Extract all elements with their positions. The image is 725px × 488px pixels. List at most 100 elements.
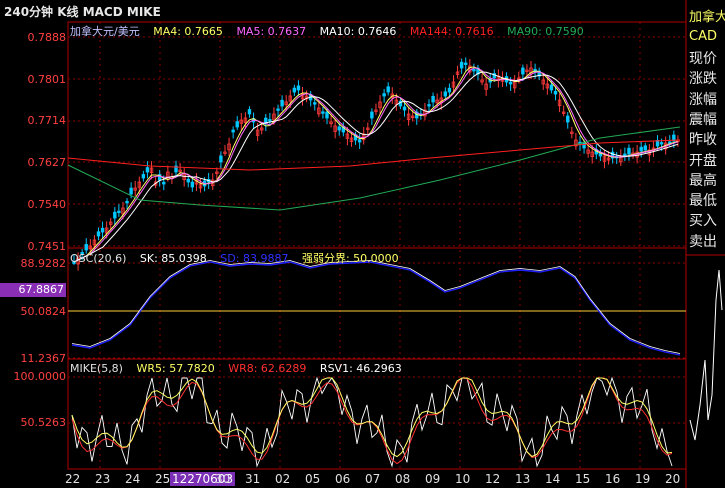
ma90-label: MA90: 0.7590 <box>507 25 584 38</box>
price-tick-5: 0.7540 <box>27 198 67 211</box>
candle-body <box>141 174 146 179</box>
x-tick-label: 19 <box>635 472 651 486</box>
price-tick-6: 0.7451 <box>27 240 67 253</box>
candle-body <box>623 153 627 156</box>
x-tick-label: 24 <box>125 472 141 486</box>
price-tick-1: 0.7888 <box>27 31 67 44</box>
candle-body <box>553 90 558 95</box>
x-tick-label: 31 <box>245 472 261 486</box>
x-tick-label: 08 <box>395 472 411 486</box>
ma144-label: MA144: 0.7616 <box>409 25 494 38</box>
side-field-5: 昨收 <box>689 132 717 149</box>
candle-body <box>370 111 374 119</box>
price-tick-2: 0.7801 <box>27 73 67 86</box>
candle-body <box>402 106 407 111</box>
x-tick-label: 30 <box>215 472 231 486</box>
mike-panel-frame <box>67 358 687 470</box>
candle-body <box>186 178 190 183</box>
candle-body <box>296 85 301 91</box>
side-field-2: 涨跌 <box>689 71 717 88</box>
side-field-7: 最高 <box>689 172 717 189</box>
x-tick-label: 12 <box>485 472 501 486</box>
candle-body <box>582 142 586 149</box>
osc-name: OSC(20,6) <box>70 252 127 265</box>
quote-side-panel: 加拿大 CAD 现价涨跌涨幅震幅昨收开盘最高最低买入卖出 <box>686 0 725 488</box>
candle-body <box>190 181 195 188</box>
candle-body <box>464 62 468 65</box>
side-field-6: 开盘 <box>689 152 717 169</box>
candle-body <box>549 84 554 91</box>
side-field-8: 最低 <box>689 193 717 210</box>
side-field-1: 现价 <box>689 51 717 67</box>
side-code: CAD <box>689 29 717 44</box>
candle-body <box>276 108 280 111</box>
mike-legend: MIKE(5,8) WR5: 57.7820 WR8: 62.6289 RSV1… <box>70 362 412 375</box>
x-tick-label: 15 <box>575 472 591 486</box>
main-legend: 加拿大元/美元 MA4: 0.7665 MA5: 0.7637 MA10: 0.… <box>70 23 594 39</box>
candle-body <box>337 126 341 131</box>
candle-body <box>129 187 133 195</box>
x-tick-label: 06 <box>335 472 351 486</box>
x-tick-label: 25 <box>155 472 171 486</box>
candle-body <box>639 146 643 152</box>
x-tick-label: 05 <box>305 472 321 486</box>
candle-body <box>321 111 325 114</box>
candle-body <box>219 155 223 163</box>
candle-body <box>521 67 525 75</box>
osc-current-value: 67.8867 <box>0 283 66 297</box>
candle-body <box>117 210 121 214</box>
x-tick-label: 09 <box>425 472 441 486</box>
symbol-label: 加拿大元/美元 <box>70 25 140 38</box>
candle-body <box>643 145 647 151</box>
ma5-label: MA5: 0.7637 <box>236 25 307 38</box>
mike-tick-2: 50.5263 <box>20 416 67 429</box>
side-field-4: 震幅 <box>689 111 717 128</box>
mike-tick-1: 100.0000 <box>13 370 67 383</box>
candle-body <box>247 109 252 115</box>
osc-tick-2: 50.0824 <box>20 305 67 318</box>
x-tick-label: 23 <box>95 472 111 486</box>
candle-body <box>113 211 117 219</box>
main-panel-frame <box>67 21 687 249</box>
chart-window: 240分钟 K线 MACD MIKE 0.7888 0.7801 0.7714 … <box>0 0 725 488</box>
ma4-line <box>73 66 679 263</box>
ma10-label: MA10: 0.7646 <box>319 25 397 38</box>
x-tick-label: 10 <box>455 472 471 486</box>
candle-body <box>231 129 235 133</box>
x-tick-label: 13 <box>515 472 531 486</box>
sk-line <box>71 260 681 354</box>
sk-label: SK: 85.0398 <box>139 252 207 265</box>
candle-body <box>357 139 362 143</box>
candle-body <box>386 86 390 93</box>
wr8-line <box>71 377 673 465</box>
chart-canvas[interactable] <box>0 0 725 488</box>
candle-body <box>100 227 105 233</box>
x-tick-label: 14 <box>545 472 561 486</box>
candle-body <box>162 181 166 185</box>
candle-body <box>382 93 386 97</box>
side-title: 加拿大 <box>689 10 725 25</box>
x-tick-label: 16 <box>605 472 621 486</box>
candle-body <box>443 91 448 97</box>
candle-body <box>659 142 664 145</box>
ma5-line <box>73 67 679 263</box>
side-field-10: 卖出 <box>689 233 717 250</box>
candle-body <box>280 99 284 107</box>
sd-label: SD: 83.9887 <box>220 252 289 265</box>
side-field-9: 买入 <box>689 213 717 230</box>
candle-body <box>472 69 476 72</box>
price-tick-3: 0.7714 <box>27 114 67 127</box>
x-tick-label: 20 <box>665 472 681 486</box>
osc-tick-1: 88.9282 <box>20 257 67 270</box>
price-tick-4: 0.7627 <box>27 156 67 169</box>
candle-body <box>447 87 452 93</box>
side-field-3: 涨幅 <box>689 91 717 108</box>
strength-label: 强弱分界: 50.0000 <box>301 252 399 265</box>
osc-tick-3: 11.2367 <box>20 352 67 365</box>
wr5-label: WR5: 57.7820 <box>136 362 215 375</box>
x-tick-label: 07 <box>365 472 381 486</box>
ma4-label: MA4: 0.7665 <box>153 25 223 38</box>
x-tick-label: 02 <box>275 472 291 486</box>
candle-body <box>292 87 297 93</box>
candle-body <box>145 167 150 173</box>
